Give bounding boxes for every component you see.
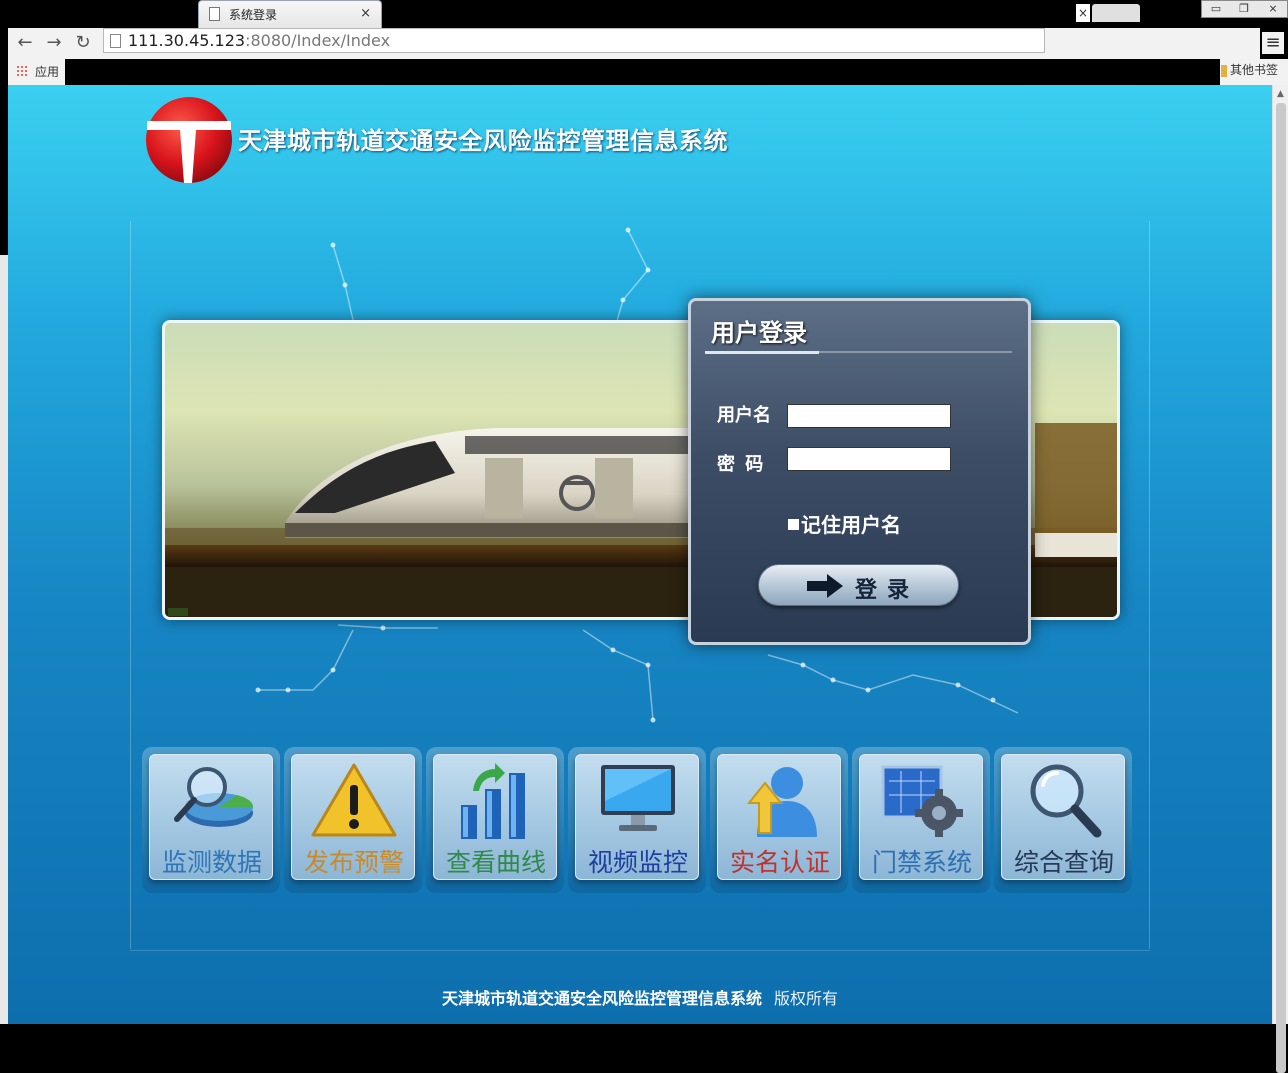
module-label: 综合查询 xyxy=(1013,848,1114,877)
module-label: 门禁系统 xyxy=(871,848,972,877)
module-label: 实名认证 xyxy=(729,848,830,877)
module-monitoring-data[interactable]: 监测数据 xyxy=(142,747,280,893)
module-video-monitoring[interactable]: 视频监控 xyxy=(568,747,706,893)
module-access-control[interactable]: 门禁系统 xyxy=(852,747,990,893)
apps-label: 应用 xyxy=(35,65,60,79)
module-publish-warning[interactable]: 发布预警 xyxy=(284,747,422,893)
bar-chart-arrow-icon xyxy=(461,763,525,839)
reload-icon[interactable]: ↻ xyxy=(72,32,94,54)
login-panel: 用户登录 用户名 密 码 记住用户名 登录 xyxy=(688,298,1031,645)
module-label: 查看曲线 xyxy=(445,848,546,877)
url-path: :8080/Index/Index xyxy=(245,31,391,50)
module-tiles: 监测数据 发布预警 查看曲线 视频监控 实名认证 门禁系统 综合查询 xyxy=(142,747,1142,897)
module-label: 视频监控 xyxy=(587,848,688,877)
footer-system-name: 天津城市轨道交通安全风险监控管理信息系统 xyxy=(441,989,762,1008)
login-button[interactable]: 登录 xyxy=(758,564,959,606)
other-bookmarks[interactable]: 其他书签 xyxy=(1220,59,1288,85)
scroll-up-icon[interactable]: ▲ xyxy=(1277,89,1284,99)
address-bar[interactable]: 111.30.45.123:8080/Index/Index xyxy=(103,28,1045,53)
warning-triangle-icon xyxy=(311,763,397,837)
page-icon xyxy=(209,7,220,21)
page-scrollbar[interactable]: ▲ xyxy=(1272,85,1288,1073)
window-controls: ▭ ❐ ⨯ xyxy=(1201,0,1288,18)
login-divider xyxy=(705,351,1012,354)
arrow-right-icon xyxy=(807,574,843,598)
minimize-icon[interactable]: ▭ xyxy=(1202,1,1230,17)
apps-icon xyxy=(16,65,28,77)
username-label: 用户名 xyxy=(717,405,771,426)
browser-tab[interactable]: 系统登录 × xyxy=(198,0,382,28)
login-title: 用户登录 xyxy=(711,319,807,347)
browser-toolbar: ← → ↻ 111.30.45.123:8080/Index/Index xyxy=(8,28,1260,59)
password-label: 密 码 xyxy=(717,454,766,475)
tab-close-icon[interactable]: × xyxy=(1076,4,1090,22)
username-input[interactable] xyxy=(787,404,951,428)
tab-close-icon[interactable]: × xyxy=(360,6,371,21)
frame-divider xyxy=(130,931,1150,951)
module-real-name-auth[interactable]: 实名认证 xyxy=(710,747,848,893)
magnifier-pie-chart-icon xyxy=(174,767,254,827)
forward-icon[interactable]: → xyxy=(43,32,65,54)
tab-title: 系统登录 xyxy=(229,8,278,22)
password-input[interactable] xyxy=(787,447,951,471)
footer: 天津城市轨道交通安全风险监控管理信息系统 版权所有 xyxy=(8,985,1272,1009)
remember-checkbox[interactable]: 记住用户名 xyxy=(788,509,901,538)
login-button-label: 登录 xyxy=(855,578,920,603)
footer-rights: 版权所有 xyxy=(774,989,839,1008)
url-host: 111.30.45.123 xyxy=(128,31,246,50)
module-comprehensive-query[interactable]: 综合查询 xyxy=(994,747,1132,893)
monitor-icon xyxy=(601,765,675,831)
user-upload-icon xyxy=(746,767,817,837)
left-edge xyxy=(0,255,8,1024)
close-icon[interactable]: ⨯ xyxy=(1259,1,1287,17)
scroll-thumb[interactable] xyxy=(1276,103,1286,1073)
browser-chrome: 系统登录 × × ▭ ❐ ⨯ ← → ↻ 111.30.45.123:8080/… xyxy=(0,0,1288,85)
checkbox-icon[interactable] xyxy=(788,519,799,530)
module-label: 发布预警 xyxy=(303,848,404,877)
menu-icon[interactable]: ≡ xyxy=(1262,32,1284,54)
search-magnifier-icon xyxy=(1030,764,1102,838)
system-title: 天津城市轨道交通安全风险监控管理信息系统 xyxy=(238,127,728,155)
page-icon xyxy=(110,34,121,48)
module-view-curves[interactable]: 查看曲线 xyxy=(426,747,564,893)
blueprint-gear-icon xyxy=(881,765,963,837)
back-icon[interactable]: ← xyxy=(14,32,36,54)
restore-icon[interactable]: ❐ xyxy=(1230,1,1258,17)
bookmark-apps[interactable]: 应用 xyxy=(8,59,65,85)
metro-logo-icon xyxy=(146,97,232,183)
remember-label: 记住用户名 xyxy=(801,513,901,537)
new-tab-button[interactable] xyxy=(1092,4,1140,22)
module-label: 监测数据 xyxy=(161,848,262,877)
login-page: 天津城市轨道交通安全风险监控管理信息系统 用户登录 用户名 密 码 记住用户名 … xyxy=(8,85,1272,1024)
